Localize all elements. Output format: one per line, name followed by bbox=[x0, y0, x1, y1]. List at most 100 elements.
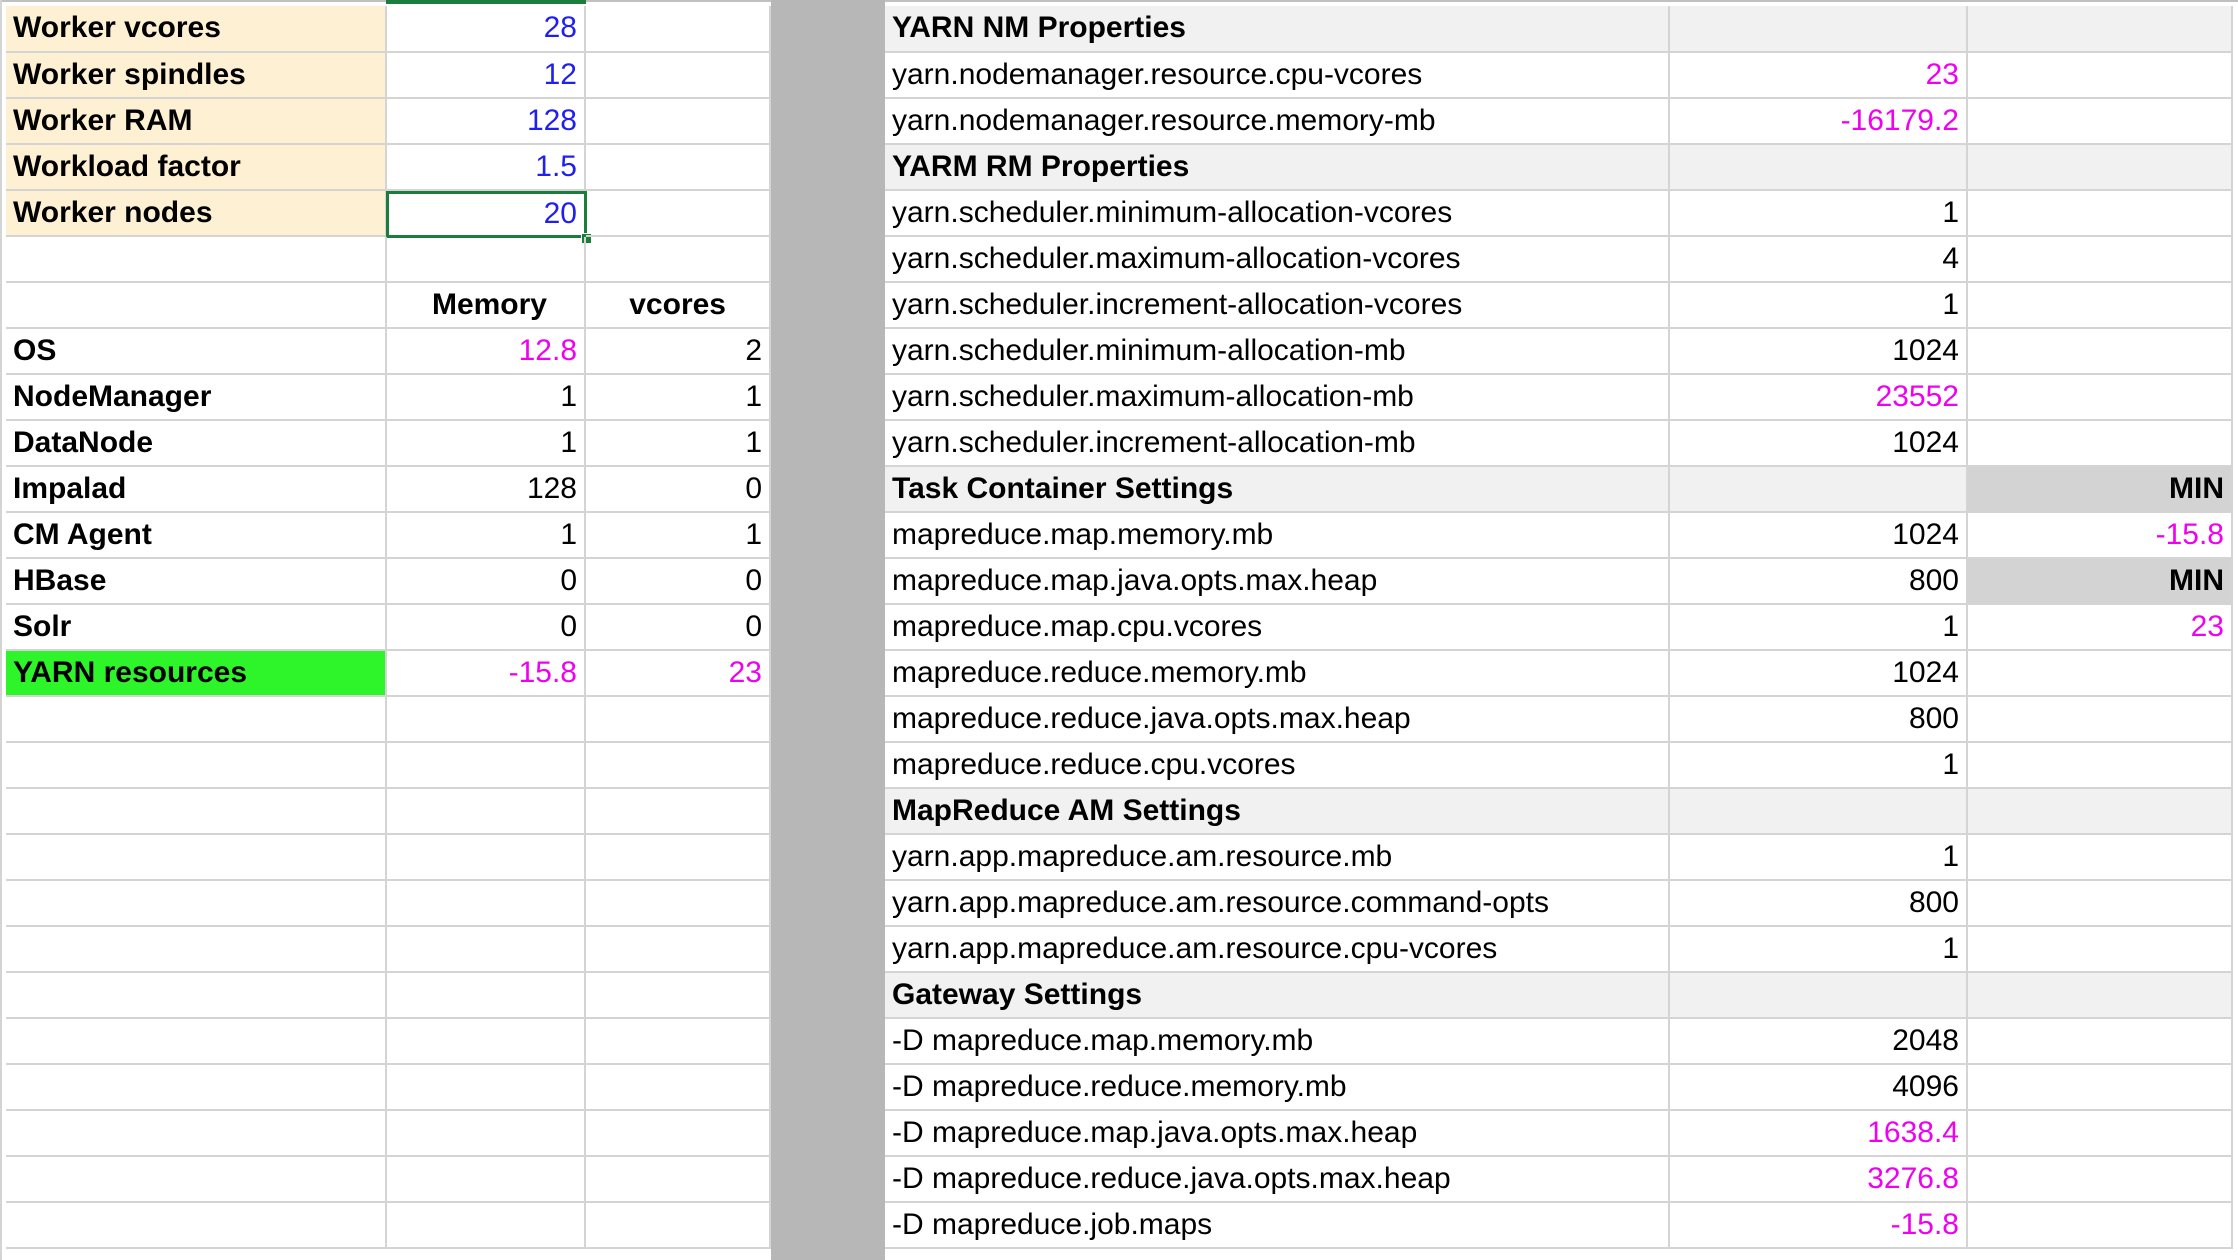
prop-value-sched-max-mb[interactable]: 23552 bbox=[1670, 375, 1968, 421]
section-header-fill[interactable] bbox=[1670, 6, 1968, 53]
empty-cell[interactable] bbox=[586, 99, 771, 145]
empty-cell[interactable] bbox=[1968, 1203, 2233, 1249]
prop-name-sched-min-vcores[interactable]: yarn.scheduler.minimum-allocation-vcores bbox=[885, 191, 1670, 237]
input-label-worker-ram[interactable]: Worker RAM bbox=[6, 99, 387, 145]
empty-cell[interactable] bbox=[6, 927, 387, 973]
prop-name-sched-max-vcores[interactable]: yarn.scheduler.maximum-allocation-vcores bbox=[885, 237, 1670, 283]
empty-cell[interactable] bbox=[586, 835, 771, 881]
section-header-fill[interactable] bbox=[1670, 973, 1968, 1019]
min-value-map-memory[interactable]: -15.8 bbox=[1968, 513, 2233, 559]
resource-memory-impalad[interactable]: 128 bbox=[387, 467, 586, 513]
resource-vcores-os[interactable]: 2 bbox=[586, 329, 771, 375]
section-header-yarn-rm[interactable]: YARM RM Properties bbox=[885, 145, 1670, 191]
resource-memory-datanode[interactable]: 1 bbox=[387, 421, 586, 467]
empty-cell[interactable] bbox=[387, 743, 586, 789]
empty-cell[interactable] bbox=[586, 1065, 771, 1111]
empty-cell[interactable] bbox=[387, 1157, 586, 1203]
prop-value-am-cpu-vcores[interactable]: 1 bbox=[1670, 927, 1968, 973]
empty-cell[interactable] bbox=[1968, 99, 2233, 145]
resource-memory-os[interactable]: 12.8 bbox=[387, 329, 586, 375]
empty-cell[interactable] bbox=[6, 835, 387, 881]
empty-cell[interactable] bbox=[387, 1203, 586, 1249]
section-header-fill[interactable] bbox=[1670, 789, 1968, 835]
empty-cell[interactable] bbox=[387, 881, 586, 927]
input-value-worker-nodes[interactable]: 20 bbox=[386, 191, 587, 238]
prop-value-gw-reduce-heap[interactable]: 3276.8 bbox=[1670, 1157, 1968, 1203]
prop-name-am-cpu-vcores[interactable]: yarn.app.mapreduce.am.resource.cpu-vcore… bbox=[885, 927, 1670, 973]
resource-vcores-nodemanager[interactable]: 1 bbox=[586, 375, 771, 421]
prop-name-gw-job-maps[interactable]: -D mapreduce.job.maps bbox=[885, 1203, 1670, 1249]
prop-name-reduce-cpu-vcores[interactable]: mapreduce.reduce.cpu.vcores bbox=[885, 743, 1670, 789]
resource-label-datanode[interactable]: DataNode bbox=[6, 421, 387, 467]
prop-name-sched-min-mb[interactable]: yarn.scheduler.minimum-allocation-mb bbox=[885, 329, 1670, 375]
empty-cell[interactable] bbox=[387, 697, 586, 743]
resource-vcores-yarn-resources[interactable]: 23 bbox=[586, 651, 771, 697]
resource-label-impalad[interactable]: Impalad bbox=[6, 467, 387, 513]
prop-name-gw-map-memory[interactable]: -D mapreduce.map.memory.mb bbox=[885, 1019, 1670, 1065]
min-value-map-vcores[interactable]: 23 bbox=[1968, 605, 2233, 651]
resource-vcores-cm-agent[interactable]: 1 bbox=[586, 513, 771, 559]
empty-cell[interactable] bbox=[1968, 329, 2233, 375]
header-vcores[interactable]: vcores bbox=[586, 283, 771, 329]
resource-memory-yarn-resources[interactable]: -15.8 bbox=[387, 651, 586, 697]
empty-cell[interactable] bbox=[6, 283, 387, 329]
prop-value-gw-job-maps[interactable]: -15.8 bbox=[1670, 1203, 1968, 1249]
empty-cell[interactable] bbox=[387, 237, 586, 283]
prop-value-gw-map-heap[interactable]: 1638.4 bbox=[1670, 1111, 1968, 1157]
section-header-fill[interactable] bbox=[1670, 467, 1968, 513]
section-header-yarn-nm[interactable]: YARN NM Properties bbox=[885, 6, 1670, 53]
input-label-worker-nodes[interactable]: Worker nodes bbox=[6, 191, 387, 237]
prop-name-reduce-java-heap[interactable]: mapreduce.reduce.java.opts.max.heap bbox=[885, 697, 1670, 743]
input-label-workload-factor[interactable]: Workload factor bbox=[6, 145, 387, 191]
empty-cell[interactable] bbox=[586, 191, 771, 237]
empty-cell[interactable] bbox=[1968, 375, 2233, 421]
empty-cell[interactable] bbox=[586, 743, 771, 789]
resource-label-nodemanager[interactable]: NodeManager bbox=[6, 375, 387, 421]
prop-value-am-resource-mb[interactable]: 1 bbox=[1670, 835, 1968, 881]
section-header-fill[interactable] bbox=[1968, 6, 2233, 53]
section-header-mapreduce-am[interactable]: MapReduce AM Settings bbox=[885, 789, 1670, 835]
empty-cell[interactable] bbox=[586, 1111, 771, 1157]
resource-vcores-hbase[interactable]: 0 bbox=[586, 559, 771, 605]
prop-value-gw-map-memory[interactable]: 2048 bbox=[1670, 1019, 1968, 1065]
empty-cell[interactable] bbox=[6, 237, 387, 283]
prop-value-map-java-heap[interactable]: 800 bbox=[1670, 559, 1968, 605]
min-header-vcores[interactable]: MIN bbox=[1968, 559, 2233, 605]
empty-cell[interactable] bbox=[586, 1157, 771, 1203]
resource-label-solr[interactable]: Solr bbox=[6, 605, 387, 651]
input-value-worker-ram[interactable]: 128 bbox=[387, 99, 586, 145]
prop-name-am-command-opts[interactable]: yarn.app.mapreduce.am.resource.command-o… bbox=[885, 881, 1670, 927]
empty-cell[interactable] bbox=[1968, 835, 2233, 881]
empty-cell[interactable] bbox=[1968, 1157, 2233, 1203]
resource-memory-hbase[interactable]: 0 bbox=[387, 559, 586, 605]
empty-cell[interactable] bbox=[1968, 927, 2233, 973]
resource-label-hbase[interactable]: HBase bbox=[6, 559, 387, 605]
empty-cell[interactable] bbox=[586, 927, 771, 973]
empty-cell[interactable] bbox=[586, 53, 771, 99]
prop-name-sched-inc-vcores[interactable]: yarn.scheduler.increment-allocation-vcor… bbox=[885, 283, 1670, 329]
prop-value-reduce-cpu-vcores[interactable]: 1 bbox=[1670, 743, 1968, 789]
empty-cell[interactable] bbox=[387, 835, 586, 881]
empty-cell[interactable] bbox=[1968, 651, 2233, 697]
prop-value-map-cpu-vcores[interactable]: 1 bbox=[1670, 605, 1968, 651]
resource-memory-solr[interactable]: 0 bbox=[387, 605, 586, 651]
prop-value-nm-cpu-vcores[interactable]: 23 bbox=[1670, 53, 1968, 99]
empty-cell[interactable] bbox=[1968, 1019, 2233, 1065]
min-header-task-container[interactable]: MIN bbox=[1968, 467, 2233, 513]
prop-name-reduce-memory-mb[interactable]: mapreduce.reduce.memory.mb bbox=[885, 651, 1670, 697]
section-header-fill[interactable] bbox=[1968, 145, 2233, 191]
input-value-worker-spindles[interactable]: 12 bbox=[387, 53, 586, 99]
empty-cell[interactable] bbox=[1968, 743, 2233, 789]
prop-value-sched-min-mb[interactable]: 1024 bbox=[1670, 329, 1968, 375]
section-header-fill[interactable] bbox=[1968, 789, 2233, 835]
prop-name-map-java-heap[interactable]: mapreduce.map.java.opts.max.heap bbox=[885, 559, 1670, 605]
empty-cell[interactable] bbox=[1968, 881, 2233, 927]
input-value-worker-vcores[interactable]: 28 bbox=[387, 6, 586, 53]
empty-cell[interactable] bbox=[387, 789, 586, 835]
section-header-fill[interactable] bbox=[1968, 973, 2233, 1019]
prop-name-nm-memory-mb[interactable]: yarn.nodemanager.resource.memory-mb bbox=[885, 99, 1670, 145]
empty-cell[interactable] bbox=[586, 145, 771, 191]
prop-name-nm-cpu-vcores[interactable]: yarn.nodemanager.resource.cpu-vcores bbox=[885, 53, 1670, 99]
prop-value-am-command-opts[interactable]: 800 bbox=[1670, 881, 1968, 927]
empty-cell[interactable] bbox=[387, 1065, 586, 1111]
